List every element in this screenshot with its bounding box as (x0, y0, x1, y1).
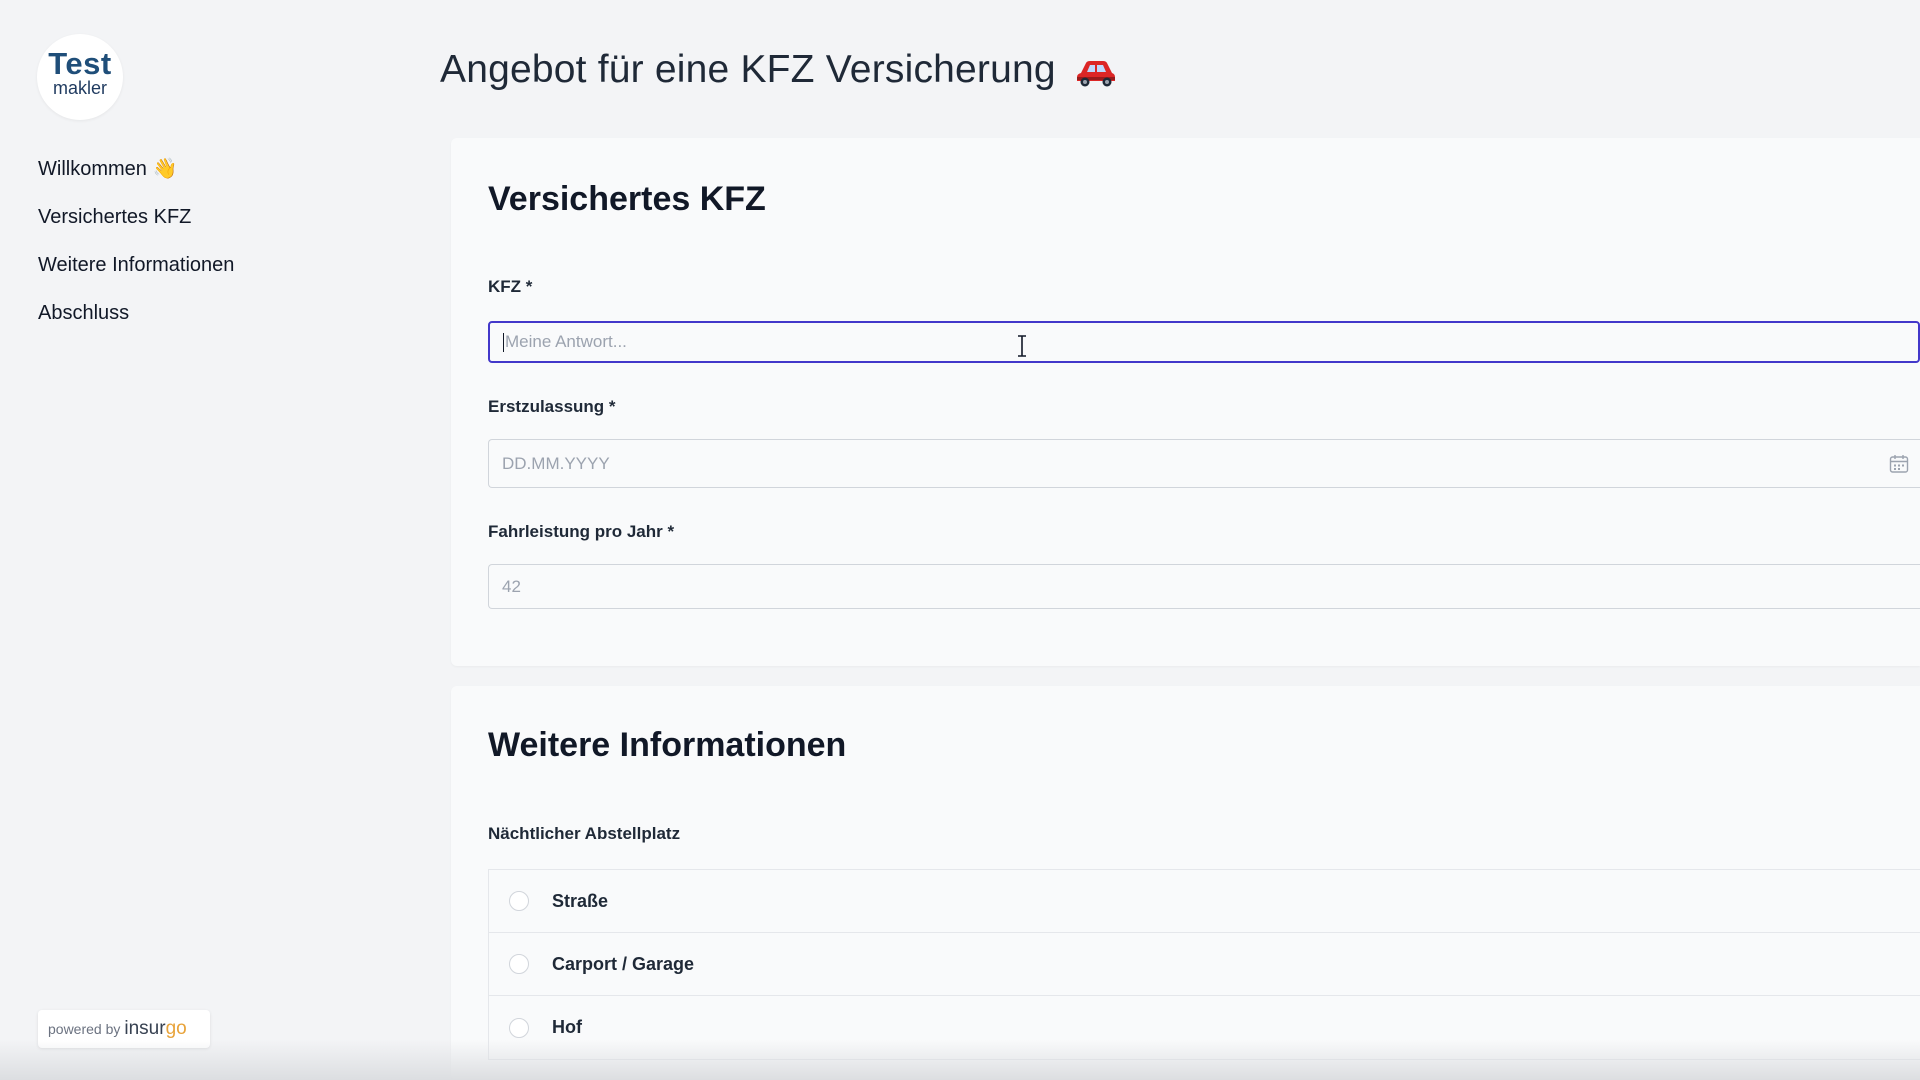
radio-button[interactable] (509, 954, 529, 974)
erstzulassung-date-input[interactable]: DD.MM.YYYY (488, 439, 1920, 488)
fahrleistung-label: Fahrleistung pro Jahr * (488, 522, 675, 541)
kfz-input[interactable]: Meine Antwort... (488, 321, 1920, 363)
calendar-icon[interactable] (1889, 454, 1909, 474)
logo-line2: makler (52, 78, 107, 98)
logo-line1: Test (48, 46, 112, 81)
page-title: Angebot für eine KFZ Versicherung (440, 48, 1117, 92)
bottom-edge-shadow (0, 1040, 1920, 1080)
radio-option-carport-garage[interactable]: Carport / Garage (489, 933, 1920, 996)
erstzulassung-placeholder: DD.MM.YYYY (502, 453, 610, 473)
text-caret (503, 332, 504, 352)
kfz-placeholder: Meine Antwort... (505, 332, 627, 351)
fahrleistung-input[interactable]: 42 (488, 564, 1920, 609)
parking-label: Nächtlicher Abstellplatz (488, 824, 681, 843)
section-nav: Willkommen 👋 Versichertes KFZ Weitere In… (38, 154, 234, 346)
erstzulassung-label: Erstzulassung * (488, 397, 616, 416)
powered-by-prefix: powered by (48, 1021, 121, 1037)
more-info-section-card: Weitere Informationen Nächtlicher Abstel… (451, 686, 1920, 1080)
fahrleistung-placeholder: 42 (502, 576, 521, 596)
brand-logo[interactable]: Test makler (37, 34, 123, 120)
car-icon (1076, 60, 1115, 87)
nav-item-abschluss[interactable]: Abschluss (38, 298, 234, 346)
powered-by-brand: insurgo (124, 1018, 186, 1040)
radio-option-strasse[interactable]: Straße (489, 870, 1920, 933)
page-title-text: Angebot für eine KFZ Versicherung (440, 48, 1056, 91)
radio-button[interactable] (509, 1017, 529, 1038)
kfz-label: KFZ * (488, 277, 533, 296)
text-cursor-icon (1018, 335, 1026, 357)
radio-label: Straße (552, 890, 609, 911)
nav-item-willkommen[interactable]: Willkommen 👋 (38, 154, 234, 202)
brand-part-b: go (165, 1018, 187, 1039)
radio-button[interactable] (509, 891, 529, 911)
parking-radio-group: Straße Carport / Garage Hof (488, 869, 1920, 1060)
section-title-more-info: Weitere Informationen (488, 726, 847, 764)
sidebar: Test makler Willkommen 👋 Versichertes KF… (0, 0, 440, 1080)
brand-part-a: insur (124, 1018, 166, 1039)
nav-item-versichertes-kfz[interactable]: Versichertes KFZ (38, 202, 234, 250)
nav-item-weitere-informationen[interactable]: Weitere Informationen (38, 250, 234, 298)
section-title-vehicle: Versichertes KFZ (488, 180, 766, 218)
vehicle-section-card: Versichertes KFZ KFZ * Meine Antwort... … (451, 138, 1920, 666)
radio-label: Carport / Garage (552, 953, 695, 974)
radio-label: Hof (552, 1017, 582, 1037)
